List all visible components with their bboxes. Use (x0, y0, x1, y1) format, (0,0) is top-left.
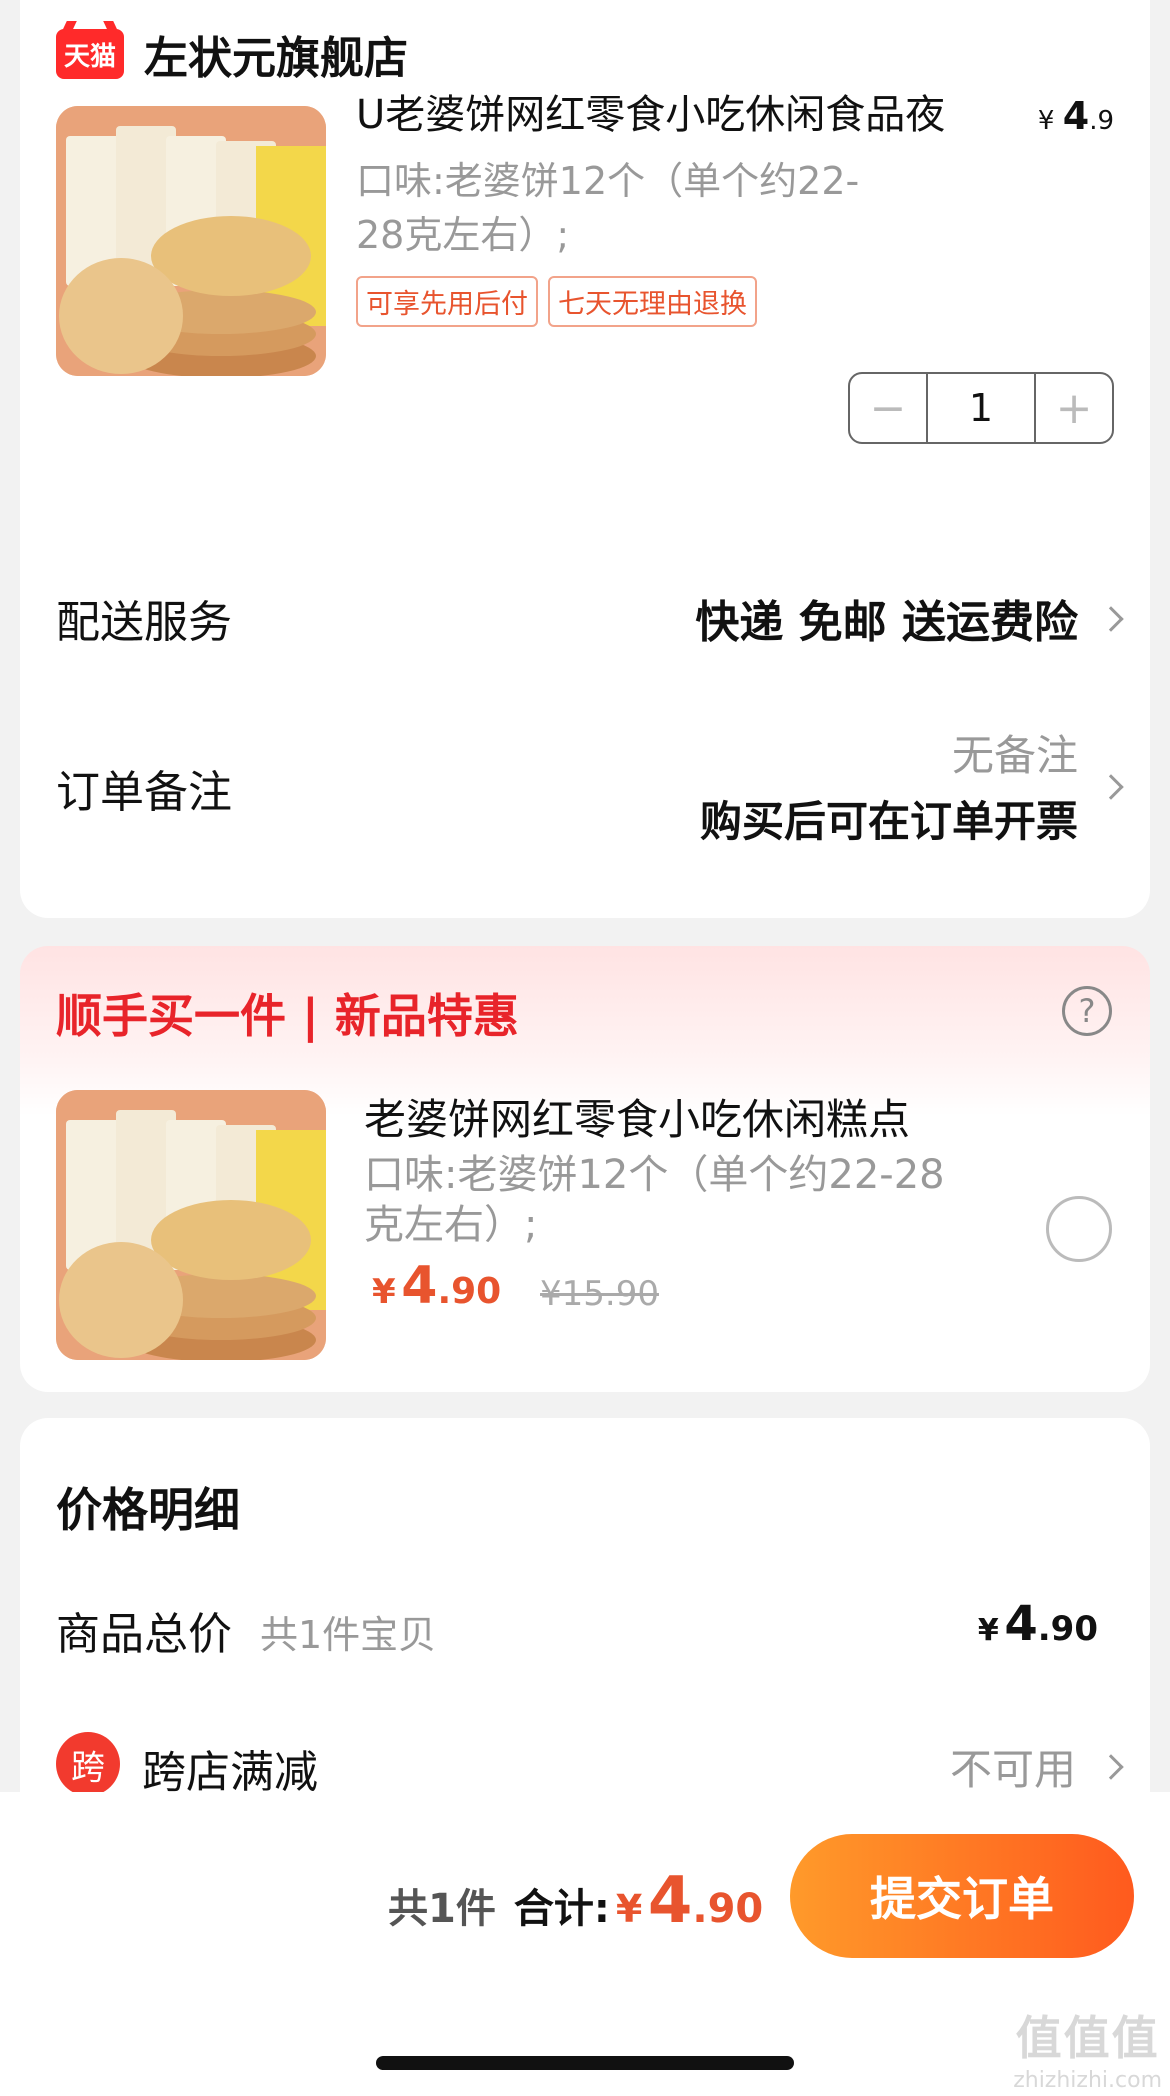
addon-original-price: ¥15.90 (540, 1274, 659, 1314)
home-indicator[interactable] (376, 2056, 794, 2070)
addon-product-spec: 口味:老婆饼12个（单个约22-28克左右）; (364, 1152, 945, 1248)
store-name[interactable]: 左状元旗舰店 (144, 22, 408, 86)
item-count: 共1件 (388, 1886, 496, 1932)
delivery-label: 配送服务 (56, 597, 232, 648)
cross-store-chevron-right-icon[interactable] (1098, 1754, 1124, 1780)
goods-total-count: 共1件宝贝 (260, 1613, 437, 1657)
quantity-minus-button[interactable]: − (850, 374, 926, 442)
product-title[interactable]: U老婆饼网红零食小吃休闲食品夜 (356, 82, 1016, 140)
addon-product-image[interactable] (56, 1090, 326, 1360)
addon-select-radio[interactable] (1046, 1196, 1112, 1262)
tag-return-policy: 七天无理由退换 (548, 276, 757, 327)
product-price: ¥ 4.9 (1037, 94, 1114, 138)
addon-offer-card: 顺手买一件 | 新品特惠 ? 老婆饼网红零食小吃休闲糕点 口味:老婆饼12个（单… (20, 946, 1150, 1392)
order-note-label: 订单备注 (56, 767, 232, 818)
watermark-logo: 值值值 zhizhizhi.com (1013, 2011, 1162, 2093)
checkout-bar: 共1件 合计: ¥ 4.90 提交订单 值值值 zhizhizhi.com (0, 1792, 1170, 2096)
sum-label: 合计: (513, 1886, 610, 1932)
product-spec[interactable]: 口味:老婆饼12个（单个约22-28克左右）; (356, 154, 896, 262)
help-icon[interactable]: ? (1062, 986, 1112, 1036)
sum-price: ¥ 4.90 (615, 1864, 764, 1938)
addon-price: ¥ 4.90 (372, 1256, 502, 1316)
cross-store-discount-label: 跨店满减 (142, 1747, 318, 1798)
store-order-card: 天猫 左状元旗舰店 U老婆饼网红零食小吃休闲食品夜 ¥ 4.9 口味:老婆饼12… (20, 0, 1150, 918)
delivery-chevron-right-icon[interactable] (1098, 606, 1124, 632)
cross-store-discount-value[interactable]: 不可用 (950, 1736, 1076, 1797)
tag-pay-later: 可享先用后付 (356, 276, 538, 327)
addon-product-title[interactable]: 老婆饼网红零食小吃休闲糕点 (364, 1086, 910, 1147)
quantity-plus-button[interactable]: + (1036, 374, 1112, 442)
delivery-value[interactable]: 快递 免邮 送运费险 (695, 586, 1078, 650)
goods-total-label: 商品总价 (56, 1609, 232, 1660)
price-detail-title: 价格明细 (56, 1483, 240, 1537)
order-note-value[interactable]: 无备注 (952, 722, 1078, 783)
quantity-stepper[interactable]: − 1 + (848, 372, 1114, 444)
store-header[interactable]: 天猫 左状元旗舰店 (56, 24, 408, 84)
order-note-invoice-hint: 购买后可在订单开票 (699, 797, 1078, 846)
tmall-logo-icon: 天猫 (56, 29, 124, 79)
submit-order-button[interactable]: 提交订单 (790, 1834, 1134, 1958)
goods-total-price: ¥ 4.90 (977, 1596, 1098, 1652)
cross-store-badge-icon: 跨 (56, 1732, 120, 1796)
addon-title: 顺手买一件 | 新品特惠 (56, 989, 519, 1043)
order-confirm-page: 天猫 左状元旗舰店 U老婆饼网红零食小吃休闲食品夜 ¥ 4.9 口味:老婆饼12… (0, 0, 1170, 2096)
product-tags: 可享先用后付 七天无理由退换 (356, 276, 757, 327)
order-summary: 共1件 合计: ¥ 4.90 (388, 1864, 763, 1938)
quantity-value[interactable]: 1 (926, 374, 1036, 442)
product-image[interactable] (56, 106, 326, 376)
order-note-chevron-right-icon[interactable] (1098, 774, 1124, 800)
